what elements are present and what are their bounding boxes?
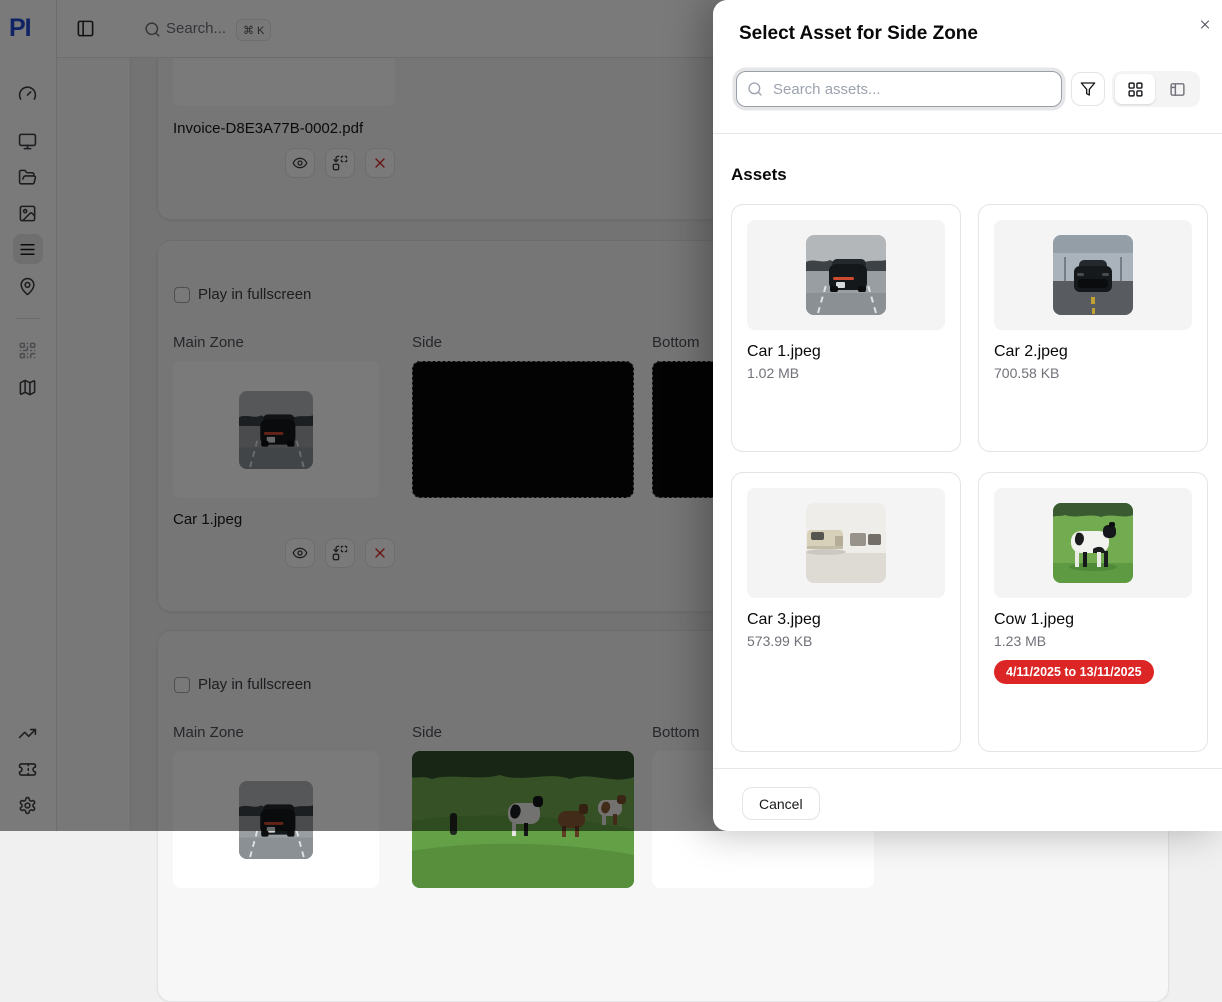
grid-view-button[interactable] bbox=[1115, 74, 1155, 104]
asset-grid: Car 1.jpeg 1.02 MB Car 2.jpeg 700.58 KB … bbox=[731, 204, 1208, 752]
asset-thumbnail-container bbox=[747, 220, 945, 330]
asset-size: 1.02 MB bbox=[747, 365, 945, 381]
asset-thumbnail bbox=[1053, 235, 1133, 315]
asset-size: 1.23 MB bbox=[994, 633, 1192, 649]
cancel-button[interactable]: Cancel bbox=[742, 787, 820, 820]
assets-section-title: Assets bbox=[731, 165, 787, 185]
asset-name: Car 2.jpeg bbox=[994, 343, 1192, 361]
footer-divider bbox=[713, 768, 1222, 769]
header-divider bbox=[713, 133, 1222, 134]
view-toggle-group bbox=[1112, 71, 1200, 107]
asset-name: Car 3.jpeg bbox=[747, 611, 945, 629]
asset-schedule-badge: 4/11/2025 to 13/11/2025 bbox=[994, 660, 1154, 684]
asset-card-car-1[interactable]: Car 1.jpeg 1.02 MB bbox=[731, 204, 961, 452]
asset-card-car-3[interactable]: Car 3.jpeg 573.99 KB bbox=[731, 472, 961, 752]
asset-name: Cow 1.jpeg bbox=[994, 611, 1192, 629]
asset-search-input[interactable] bbox=[736, 71, 1062, 107]
close-modal-button[interactable] bbox=[1192, 11, 1218, 37]
grid-icon bbox=[1127, 81, 1144, 98]
car-front-image bbox=[1053, 235, 1133, 315]
asset-thumbnail-container bbox=[747, 488, 945, 598]
asset-thumbnail bbox=[806, 503, 886, 583]
select-asset-modal: Select Asset for Side Zone Assets Car 1.… bbox=[713, 0, 1222, 831]
asset-size: 573.99 KB bbox=[747, 633, 945, 649]
table-icon bbox=[1169, 81, 1186, 98]
filter-button[interactable] bbox=[1071, 72, 1105, 106]
asset-search-field bbox=[736, 71, 1062, 107]
asset-thumbnail-container bbox=[994, 488, 1192, 598]
car-rear-image bbox=[806, 235, 886, 315]
asset-card-cow-1[interactable]: Cow 1.jpeg 1.23 MB 4/11/2025 to 13/11/20… bbox=[978, 472, 1208, 752]
modal-title: Select Asset for Side Zone bbox=[739, 23, 978, 45]
asset-thumbnail bbox=[806, 235, 886, 315]
asset-thumbnail-container bbox=[994, 220, 1192, 330]
asset-size: 700.58 KB bbox=[994, 365, 1192, 381]
asset-name: Car 1.jpeg bbox=[747, 343, 945, 361]
funnel-icon bbox=[1080, 81, 1096, 97]
asset-card-car-2[interactable]: Car 2.jpeg 700.58 KB bbox=[978, 204, 1208, 452]
car-showroom-image bbox=[806, 503, 886, 583]
close-icon bbox=[1198, 16, 1212, 33]
asset-thumbnail bbox=[1053, 503, 1133, 583]
cow-image bbox=[1053, 503, 1133, 583]
table-view-button[interactable] bbox=[1157, 74, 1197, 104]
